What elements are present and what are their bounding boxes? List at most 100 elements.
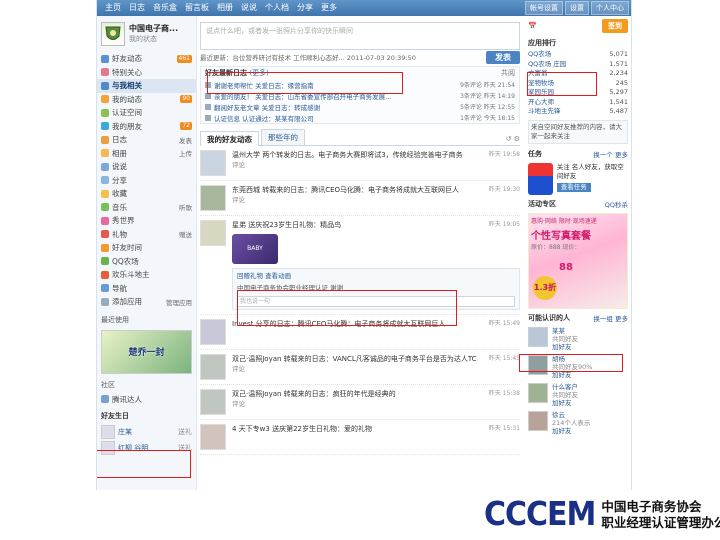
- app-ranking-row[interactable]: 开心大师 1,541: [524, 98, 631, 108]
- sidebar-item-1[interactable]: 特别关心: [97, 66, 196, 80]
- view-task-button[interactable]: 查看任务: [556, 182, 591, 192]
- recent-blog-row[interactable]: 认证信息 认证通过：某某有限公司 1条评论 今天 18:15: [201, 112, 519, 123]
- nav-right-item-0[interactable]: 帐号设置: [525, 1, 563, 15]
- app-name[interactable]: 宠物牧场: [528, 79, 554, 89]
- notice-box[interactable]: 来自空间好友推荐的内容，请大家一起来关注: [528, 119, 628, 144]
- person-name[interactable]: 徐云: [552, 411, 590, 419]
- app-ranking-row[interactable]: 宠物牧场 245: [524, 79, 631, 89]
- feed-text[interactable]: Invest 分享的日志：腾讯CEO马化腾：电子商务将成就大互联网巨人: [232, 319, 485, 329]
- sidebar-item-7[interactable]: 相册 上传: [97, 147, 196, 161]
- app-name[interactable]: QQ农场: [528, 50, 551, 60]
- nav-item-2[interactable]: 音乐盒: [149, 0, 181, 16]
- recent-blog-row[interactable]: 谢谢老师帮忙 关爱日志：缘营指南 9条评论 昨天 21:54: [201, 79, 519, 90]
- recent-blog-title[interactable]: 翻阅好友老文章 关爱日志：转成感谢: [214, 102, 457, 112]
- feed-avatar[interactable]: [200, 150, 226, 176]
- nav-item-7[interactable]: 分享: [293, 0, 317, 16]
- feed-tools-icons[interactable]: ↺ ⚙: [307, 135, 520, 145]
- person-avatar[interactable]: [528, 410, 548, 431]
- gift-image[interactable]: BABY: [232, 234, 278, 264]
- sidebar-item-15[interactable]: QQ农场: [97, 255, 196, 269]
- sidebar-item-14[interactable]: 好友时间: [97, 241, 196, 255]
- ad-more-link[interactable]: QQ秒杀: [605, 199, 628, 209]
- sidebar-item-12[interactable]: 秀世界: [97, 214, 196, 228]
- add-friend-link[interactable]: 加好友: [552, 427, 590, 435]
- nav-item-3[interactable]: 留言板: [181, 0, 213, 16]
- friend-avatar[interactable]: [101, 425, 115, 439]
- nav-item-6[interactable]: 个人档: [261, 0, 293, 16]
- sidebar-item-2[interactable]: 与我相关: [97, 79, 196, 93]
- tab-those-years[interactable]: 那些年的: [261, 129, 305, 145]
- feed-avatar[interactable]: [200, 389, 226, 415]
- sidebar-item-4[interactable]: 认证空间: [97, 106, 196, 120]
- friend-name[interactable]: 红柳 谷明: [118, 443, 178, 453]
- post-button[interactable]: 发表: [486, 50, 520, 64]
- nav-item-8[interactable]: 更多: [317, 0, 341, 16]
- nav-item-1[interactable]: 日志: [125, 0, 149, 16]
- feed-text[interactable]: 双己·温照Joyan 转载来的日志：疯狂的年代是经典的: [232, 389, 485, 399]
- tab-my-friends-feed[interactable]: 我的好友动态: [200, 131, 259, 146]
- person-avatar[interactable]: [528, 326, 548, 347]
- nav-item-4[interactable]: 相册: [213, 0, 237, 16]
- friend-birthday-row[interactable]: 红柳 谷明 送礼: [97, 440, 196, 456]
- add-friend-link[interactable]: 加好友: [552, 343, 578, 351]
- sidebar-item-action[interactable]: 赠送: [179, 229, 192, 239]
- photo-package-ad[interactable]: 惠购·网络 限时·现场速递 个性写真套餐 原价：888 现价： 88 1.3折: [528, 212, 628, 309]
- friend-name[interactable]: 庄某: [118, 427, 178, 437]
- app-ranking-row[interactable]: QQ农场 5,071: [524, 50, 631, 60]
- sidebar-item-5[interactable]: 我的朋友 72: [97, 120, 196, 134]
- sidebar-item-18[interactable]: 添加应用 管理应用: [97, 295, 196, 309]
- app-name[interactable]: 斗地主先锋: [528, 107, 561, 117]
- feed-comment-link[interactable]: 评论: [232, 195, 520, 205]
- sidebar-item-13[interactable]: 礼物 赠送: [97, 228, 196, 242]
- app-name[interactable]: QQ农场 庄园: [528, 60, 566, 70]
- avatar[interactable]: [101, 22, 125, 46]
- app-name[interactable]: 开心大师: [528, 98, 554, 108]
- feed-comment-link[interactable]: 评论: [232, 399, 520, 409]
- recent-blog-row[interactable]: 翻阅好友老文章 关爱日志：转成感谢 5条评论 昨天 12:55: [201, 101, 519, 112]
- feed-text[interactable]: 星弟 送庆祝23岁生日礼物：精品鸟: [232, 220, 485, 230]
- app-ranking-row[interactable]: 斗地主先锋 5,487: [524, 107, 631, 117]
- add-friend-link[interactable]: 加好友: [552, 399, 578, 407]
- people-more-link[interactable]: 换一组 更多: [593, 313, 628, 323]
- sidebar-item-action[interactable]: 听歌: [179, 202, 192, 212]
- comment-input[interactable]: 我也说一句: [237, 296, 515, 307]
- feed-avatar[interactable]: [200, 185, 226, 211]
- sidebar-item-9[interactable]: 分享: [97, 174, 196, 188]
- feed-comment-link[interactable]: 评论: [232, 364, 520, 374]
- sidebar-item-10[interactable]: 收藏: [97, 187, 196, 201]
- person-name[interactable]: 某某: [552, 327, 578, 335]
- gift-action-links[interactable]: 回赠礼物 查看动画: [237, 271, 515, 281]
- recent-blog-title[interactable]: 谢谢老师帮忙 关爱日志：缘营指南: [214, 80, 457, 90]
- sidebar-item-action[interactable]: 管理应用: [166, 297, 192, 307]
- profile-status[interactable]: 我的状态: [129, 34, 178, 44]
- feed-text[interactable]: 双己·温照Joyan 转载来的日志：VANCL凡客诚品的电子商务平台是否为达人T…: [232, 354, 485, 364]
- sidebar-item-action[interactable]: 上传: [179, 148, 192, 158]
- person-avatar[interactable]: [528, 382, 548, 403]
- feed-text[interactable]: 东莞西城 转载来的日志：腾讯CEO马化腾：电子商务将成就大互联网巨人: [232, 185, 485, 195]
- recent-blog-title[interactable]: 认证信息 认证通过：某某有限公司: [214, 113, 457, 123]
- nav-right-item-2[interactable]: 个人中心: [591, 1, 629, 15]
- feed-avatar[interactable]: [200, 354, 226, 380]
- feed-text[interactable]: 4 天下专w3 送庆第22岁生日礼物：爱的礼物: [232, 424, 485, 434]
- sidebar-item-3[interactable]: 我的动态 90: [97, 93, 196, 107]
- nav-right-item-1[interactable]: 设置: [565, 1, 589, 15]
- add-friend-link[interactable]: 加好友: [552, 371, 592, 379]
- recent-blog-row[interactable]: 亲爱的朋友！ 关爱日志：山东省委宣传部召开电子商务发展... 3条评论 昨天 14…: [201, 90, 519, 101]
- person-name[interactable]: 什么客户: [552, 383, 578, 391]
- nav-item-5[interactable]: 说说: [237, 0, 261, 16]
- app-ranking-row[interactable]: QQ农场 庄园 1,571: [524, 60, 631, 70]
- sidebar-item-0[interactable]: 好友动态 461: [97, 52, 196, 66]
- feed-avatar[interactable]: [200, 220, 226, 246]
- sidebar-item-community[interactable]: 腾讯达人: [97, 393, 196, 407]
- feed-avatar[interactable]: [200, 319, 226, 345]
- profile-name[interactable]: 中国电子商...: [129, 24, 178, 34]
- sidebar-item-16[interactable]: 欢乐斗地主: [97, 268, 196, 282]
- app-ranking-row[interactable]: 家园乐园 5,297: [524, 88, 631, 98]
- sidebar-item-8[interactable]: 说说: [97, 160, 196, 174]
- recent-blogs-more-link[interactable]: (更多): [249, 69, 268, 77]
- game-banner[interactable]: 楚乔一封: [101, 329, 192, 374]
- recent-blog-title[interactable]: 亲爱的朋友！ 关爱日志：山东省委宣传部召开电子商务发展...: [214, 91, 457, 101]
- send-gift-link[interactable]: 送礼: [178, 443, 192, 453]
- task-more-link[interactable]: 换一个 更多: [593, 149, 628, 159]
- feed-comment-link[interactable]: 评论: [232, 160, 520, 170]
